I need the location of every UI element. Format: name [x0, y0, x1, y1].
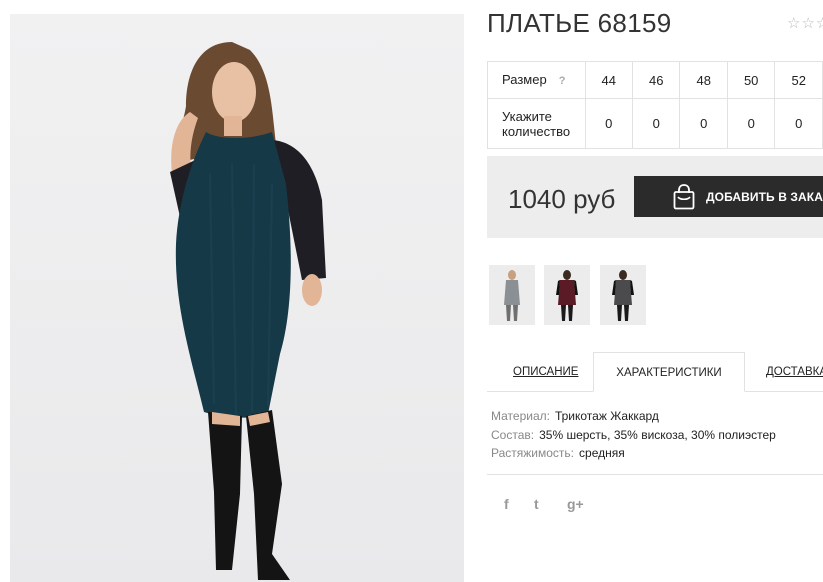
product-title: ПЛАТЬЕ 68159: [487, 8, 672, 38]
characteristic-value: Трикотаж Жаккард: [554, 409, 659, 423]
twitter-icon[interactable]: t: [534, 496, 539, 512]
size-label: Размер: [502, 71, 547, 87]
characteristic-value: средняя: [579, 446, 625, 460]
size-48: 48: [679, 61, 728, 99]
tab-description[interactable]: ОПИСАНИЕ: [513, 352, 578, 392]
googleplus-icon[interactable]: g+: [567, 496, 584, 512]
thumbnail-image: [489, 265, 535, 325]
characteristic-row: Состав: 35% шерсть, 35% вискоза, 30% поли…: [491, 426, 776, 445]
size-44: 44: [584, 61, 633, 99]
size-help-icon[interactable]: ?: [559, 75, 566, 87]
size-50: 50: [726, 61, 776, 99]
price-box: 1040 руб ДОБАВИТЬ В ЗАКАЗ: [487, 156, 823, 238]
characteristic-row: Материал: Трикотаж Жаккард: [491, 407, 776, 426]
size-table: Размер? 44 46 48 50 52 Укажите количеств…: [487, 61, 823, 149]
quantity-input-44[interactable]: 0: [584, 98, 633, 149]
thumbnail-image: [544, 265, 590, 325]
size-row: Размер? 44 46 48 50 52: [487, 61, 823, 99]
quantity-label-line2: количество: [502, 123, 571, 139]
product-tabs: ОПИСАНИЕ ХАРАКТЕРИСТИКИ ДОСТАВКА: [487, 352, 823, 392]
rating-stars-icon[interactable]: ☆☆☆: [787, 14, 823, 32]
thumbnail-burgundy-dress[interactable]: [544, 265, 590, 325]
thumbnail-gray-dress[interactable]: [489, 265, 535, 325]
tab-characteristics[interactable]: ХАРАКТЕРИСТИКИ: [593, 352, 745, 392]
add-to-order-button[interactable]: ДОБАВИТЬ В ЗАКАЗ: [634, 176, 823, 217]
shopping-bag-icon: [673, 184, 695, 210]
thumbnail-image: [600, 265, 646, 325]
tab-delivery[interactable]: ДОСТАВКА: [766, 352, 823, 392]
characteristic-key: Состав:: [491, 427, 535, 442]
add-to-order-label: ДОБАВИТЬ В ЗАКАЗ: [706, 189, 823, 204]
section-divider: [487, 474, 823, 475]
facebook-icon[interactable]: f: [504, 496, 509, 512]
thumbnail-charcoal-dress[interactable]: [600, 265, 646, 325]
quantity-label: Укажите количество: [487, 98, 586, 149]
product-main-image[interactable]: [10, 14, 464, 582]
quantity-label-line1: Укажите: [502, 108, 552, 124]
size-52: 52: [774, 61, 823, 99]
model-illustration: [170, 42, 326, 580]
characteristics-list: Материал: Трикотаж Жаккард Состав: 35% шер…: [491, 407, 776, 463]
characteristic-row: Растяжимость: средняя: [491, 444, 776, 463]
quantity-input-48[interactable]: 0: [679, 98, 728, 149]
characteristic-value: 35% шерсть, 35% вискоза, 30% полиэстер: [539, 427, 776, 442]
characteristic-key: Материал:: [491, 409, 550, 423]
quantity-input-50[interactable]: 0: [726, 98, 776, 149]
price: 1040 руб: [508, 184, 616, 214]
characteristic-key: Растяжимость:: [491, 446, 575, 460]
size-46: 46: [631, 61, 681, 99]
size-label-cell: Размер?: [487, 61, 586, 99]
quantity-input-52[interactable]: 0: [774, 98, 823, 149]
quantity-input-46[interactable]: 0: [631, 98, 681, 149]
quantity-row: Укажите количество 0 0 0 0 0: [487, 98, 823, 149]
